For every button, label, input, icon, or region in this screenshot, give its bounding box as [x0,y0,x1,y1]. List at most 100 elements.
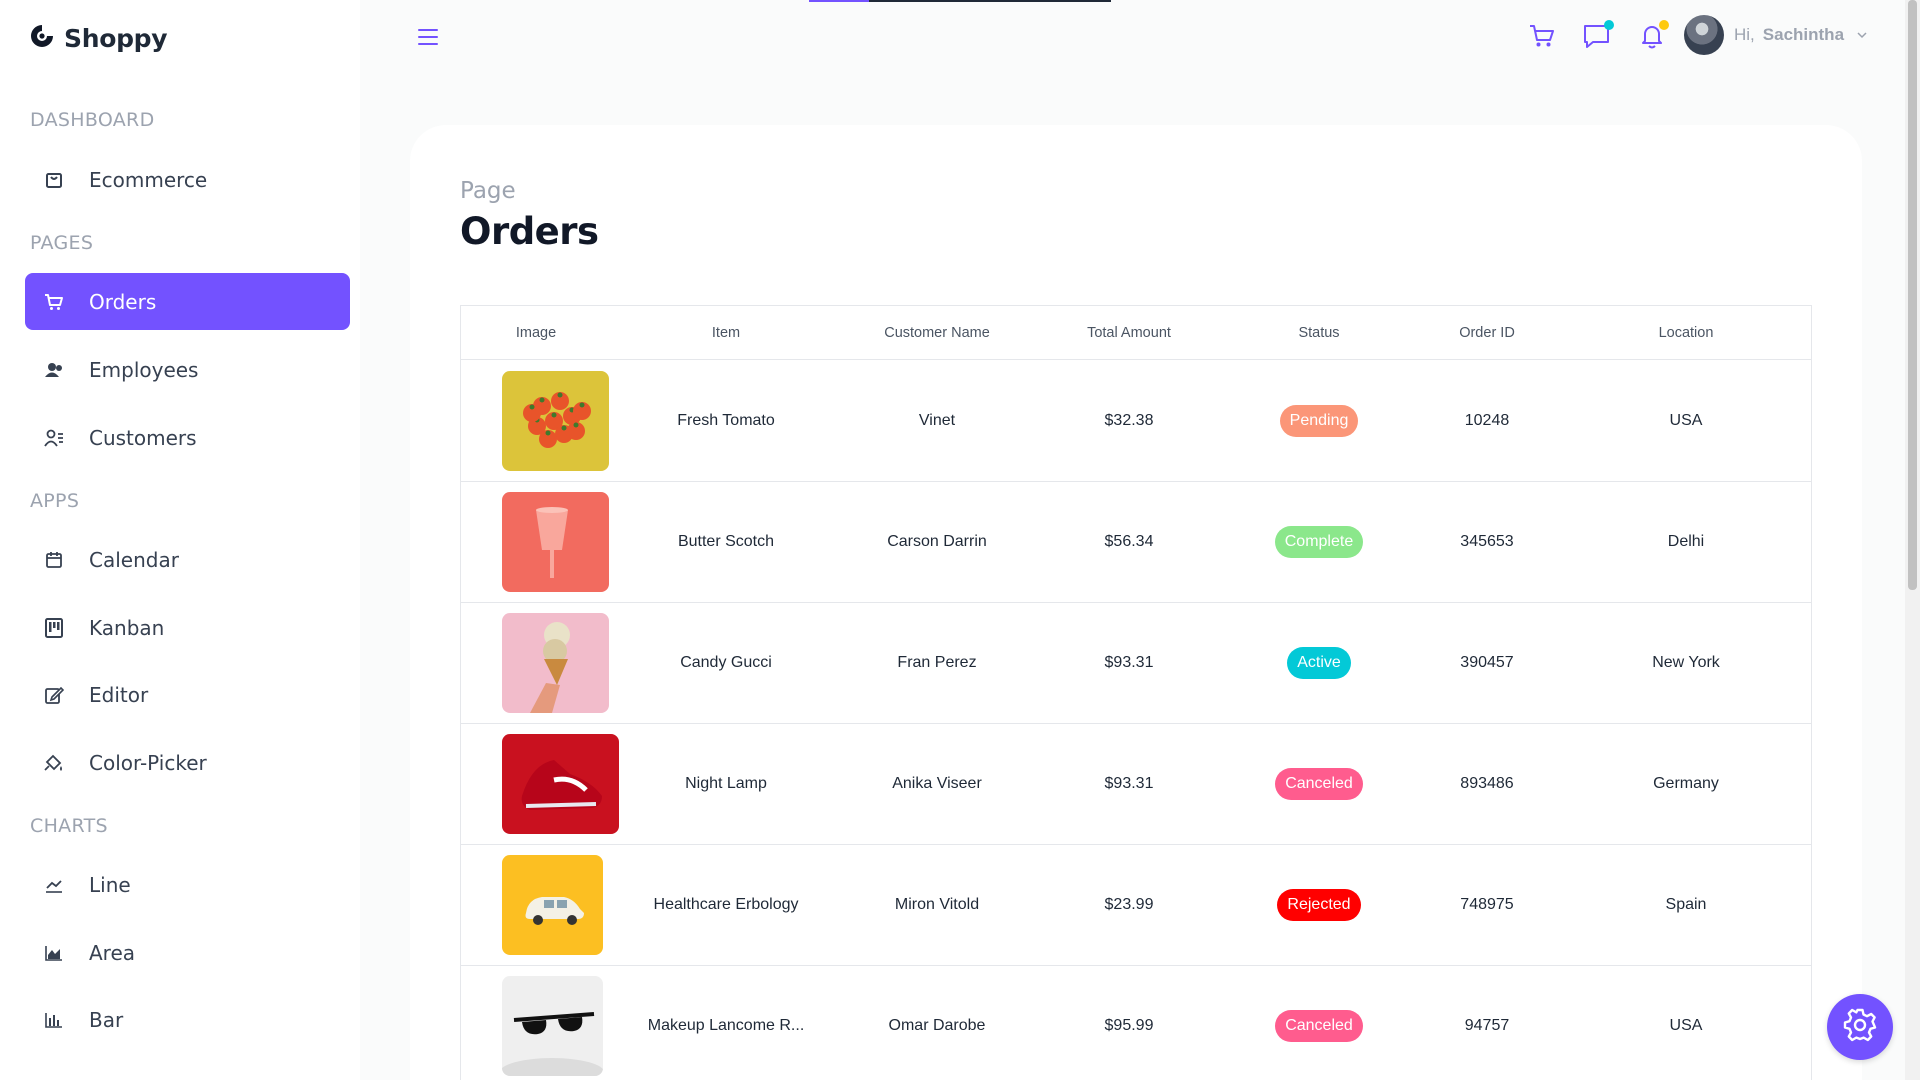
sidebar-item-label: Orders [89,289,157,314]
avatar [1684,15,1724,55]
status-cell: Active [1225,603,1413,723]
sidebar-item-calendar[interactable]: Calendar [25,531,350,588]
section-title-charts: Charts [30,815,108,837]
status-badge: Canceled [1275,768,1363,800]
user-profile-menu[interactable]: Hi, Sachintha [1684,14,1868,56]
notification-dot [1659,20,1669,30]
total-amount-cell: $23.99 [1104,896,1154,913]
settings-button[interactable] [1827,994,1893,1060]
item-cell: Fresh Tomato [677,412,775,429]
item-cell: Candy Gucci [680,654,772,671]
location-cell: Germany [1653,775,1719,792]
calendar-icon [43,549,65,571]
app-name: Shoppy [64,23,168,53]
order-id-cell: 345653 [1460,533,1514,550]
sidebar-item-customers[interactable]: Customers [25,409,350,466]
sidebar-item-label: Line [89,872,131,897]
section-title-pages: Pages [30,232,94,254]
editor-icon [43,684,65,706]
scrollbar-thumb[interactable] [1908,0,1917,590]
item-cell: Makeup Lancome R... [647,1017,805,1034]
table-row[interactable]: Night Lamp Anika Viseer $93.31 Canceled 8934… [461,724,1811,845]
user-name: Sachintha [1762,25,1845,44]
kanban-icon [43,617,65,639]
column-header-location[interactable]: Location [1561,306,1811,360]
column-header-item[interactable]: Item [611,306,841,360]
top-indicator-accent [809,0,869,2]
column-header-customer-name[interactable]: Customer Name [841,306,1033,360]
chat-notification-dot [1604,20,1614,30]
customer-name-cell: Carson Darrin [887,533,987,550]
location-cell: Spain [1665,896,1707,913]
status-cell: Rejected [1225,845,1413,965]
table-row[interactable]: Fresh Tomato Vinet $32.38 Pending 10248 USA [461,361,1811,482]
sidebar-item-area[interactable]: Area [25,924,350,981]
shoppy-logo-icon [28,22,56,54]
section-title-dashboard: Dashboard [30,109,155,131]
sidebar-item-label: Ecommerce [89,167,208,192]
sidebar-item-label: Editor [89,682,149,707]
sidebar-item-line[interactable]: Line [25,856,350,913]
order-id-cell: 10248 [1464,412,1510,429]
status-cell: Canceled [1225,724,1413,844]
top-indicator-line [869,0,1111,2]
customer-name-cell: Anika Viseer [892,775,982,792]
status-cell: Pending [1225,361,1413,481]
order-id-cell: 893486 [1460,775,1514,792]
column-header-total-amount[interactable]: Total Amount [1033,306,1225,360]
sidebar-item-employees[interactable]: Employees [25,341,350,398]
column-header-status[interactable]: Status [1225,306,1413,360]
status-badge: Active [1287,647,1351,679]
cart-icon [1528,23,1556,54]
greeting-text: Hi, [1734,25,1755,44]
total-amount-cell: $93.31 [1104,654,1154,671]
table-row[interactable]: Makeup Lancome R... Omar Darobe $95.99 Canc… [461,966,1811,1080]
orders-table: Image Item Customer Name Total Amount St… [460,305,1812,1080]
pink-glass-photo [502,492,609,592]
status-badge: Canceled [1275,1010,1363,1042]
column-header-order-id[interactable]: Order ID [1413,306,1561,360]
table-row[interactable]: Butter Scotch Carson Darrin $56.34 Complete… [461,482,1811,603]
sidebar-item-kanban[interactable]: Kanban [25,599,350,656]
order-id-cell: 390457 [1460,654,1514,671]
item-cell: Healthcare Erbology [653,896,799,913]
red-sneaker-photo [502,734,619,834]
location-cell: Delhi [1667,533,1705,550]
status-cell: Complete [1225,482,1413,602]
column-header-image[interactable]: Image [461,306,611,360]
sidebar-item-bar[interactable]: Bar [25,991,350,1048]
sunglasses-photo [502,976,603,1076]
status-badge: Complete [1274,526,1364,558]
sidebar-item-ecommerce[interactable]: Ecommerce [25,151,350,208]
sidebar-item-color-picker[interactable]: Color-Picker [25,734,350,791]
status-badge: Pending [1279,405,1359,437]
app-logo[interactable]: Shoppy [28,22,168,54]
tomatoes-photo [502,371,609,471]
section-title-apps: Apps [30,490,80,512]
area-chart-icon [43,942,65,964]
order-id-cell: 94757 [1464,1017,1510,1034]
gear-icon [1842,1007,1878,1048]
total-amount-cell: $32.38 [1104,412,1154,429]
sidebar-item-label: Employees [89,357,199,382]
customers-icon [43,427,65,449]
sidebar-item-label: Bar [89,1007,124,1032]
table-row[interactable]: Healthcare Erbology Miron Vitold $23.99 Rej… [461,845,1811,966]
chevron-down-icon [1856,26,1868,44]
total-amount-cell: $93.31 [1104,775,1154,792]
employees-icon [43,359,65,381]
total-amount-cell: $56.34 [1104,533,1154,550]
sidebar-item-editor[interactable]: Editor [25,666,350,723]
hamburger-menu-icon[interactable] [413,24,443,50]
cart-button[interactable] [1522,18,1562,58]
location-cell: New York [1652,654,1720,671]
customer-name-cell: Fran Perez [897,654,977,671]
table-header: Image Item Customer Name Total Amount St… [461,306,1811,360]
page-subtitle: Page [460,178,516,204]
sidebar-item-orders[interactable]: Orders [25,273,350,330]
location-cell: USA [1669,1017,1703,1034]
table-row[interactable]: Candy Gucci Fran Perez $93.31 Active 390457 N… [461,603,1811,724]
sidebar-item-label: Kanban [89,615,165,640]
page-title: Orders [460,210,599,253]
sidebar-item-label: Color-Picker [89,750,207,775]
